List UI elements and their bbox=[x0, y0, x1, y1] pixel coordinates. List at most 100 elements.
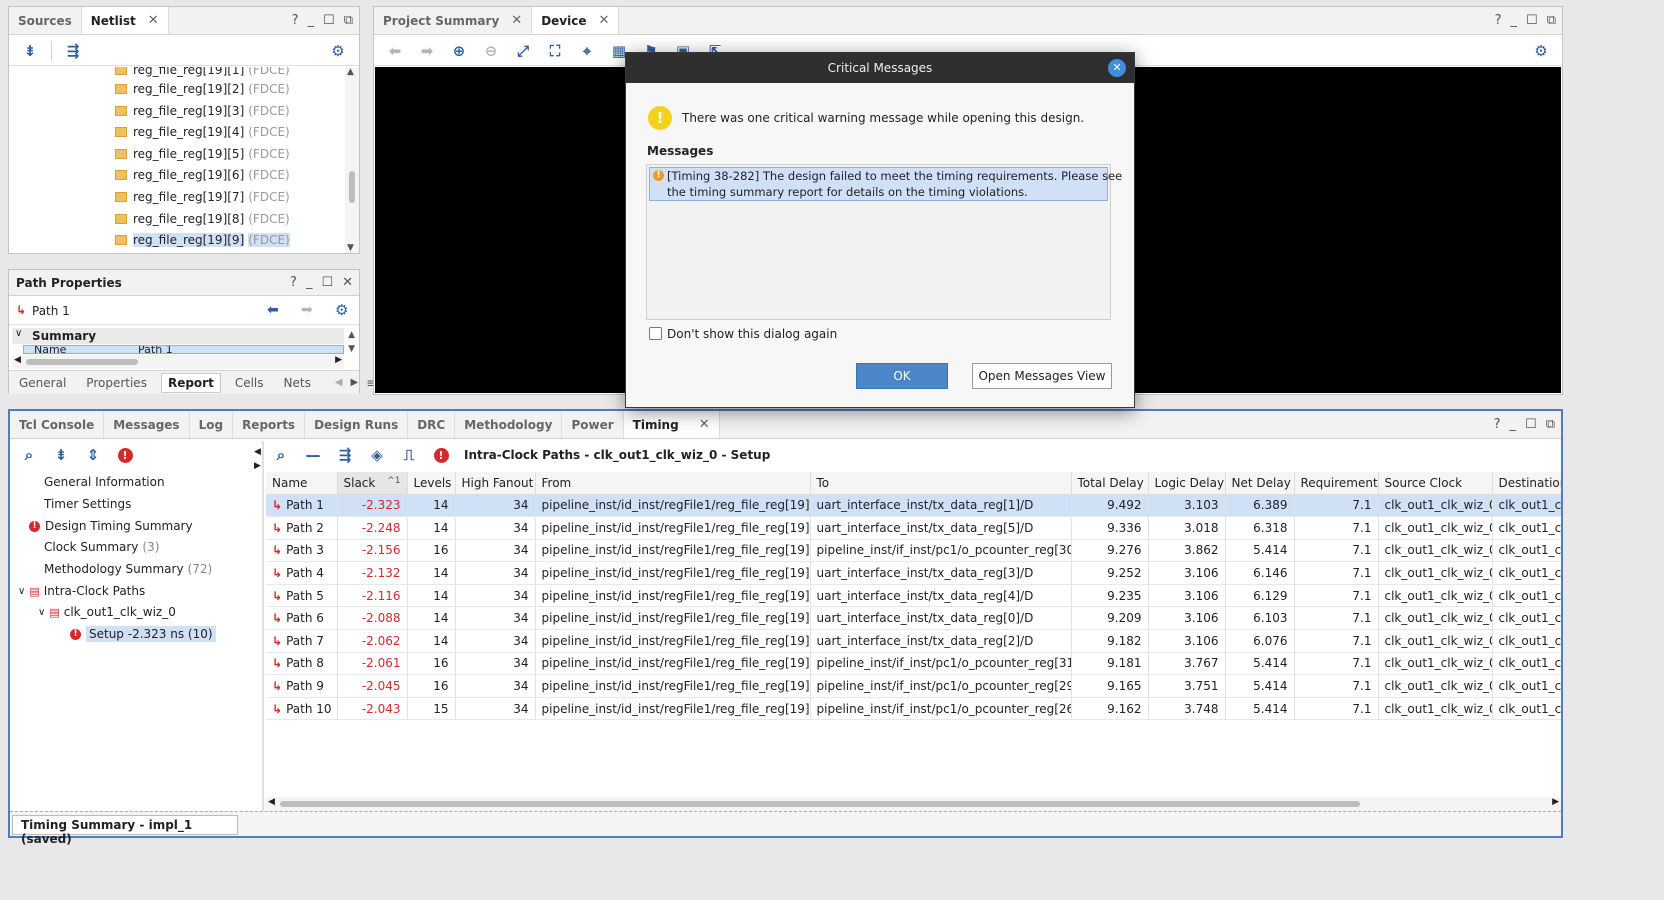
gear-icon[interactable]: ⚙ bbox=[335, 301, 348, 319]
tree-methodology-summary[interactable]: Methodology Summary (72) bbox=[44, 559, 212, 579]
help-icon[interactable]: ? bbox=[290, 275, 297, 290]
search-icon[interactable]: ⌕ bbox=[268, 443, 294, 467]
column-header[interactable]: Net Delay bbox=[1225, 472, 1295, 495]
tab-drc[interactable]: DRC bbox=[408, 411, 456, 438]
float-icon[interactable]: ⧉ bbox=[1546, 417, 1555, 432]
tab-nets[interactable]: Nets bbox=[274, 376, 321, 390]
table-row[interactable]: ↳ Path 10 -2.043 15 34 pipeline_inst/id_inst/… bbox=[266, 697, 1561, 721]
maximize-icon[interactable]: ☐ bbox=[1526, 13, 1538, 28]
forward-icon[interactable]: ➡ bbox=[414, 39, 440, 63]
error-filter-icon[interactable]: ! bbox=[428, 443, 454, 467]
search-icon[interactable]: ⌕ bbox=[16, 443, 42, 467]
scroll-left-icon[interactable]: ◀ bbox=[268, 797, 275, 807]
tab-device[interactable]: Device ✕ bbox=[532, 7, 620, 34]
splitter-left-icon[interactable]: ◀ bbox=[254, 447, 261, 457]
tab-reports[interactable]: Reports bbox=[233, 411, 306, 438]
tree-clk-out1[interactable]: ∨ ▤ clk_out1_clk_wiz_0 bbox=[38, 602, 176, 622]
maximize-icon[interactable]: ☐ bbox=[321, 275, 333, 290]
help-icon[interactable]: ? bbox=[1494, 417, 1501, 432]
tab-cells[interactable]: Cells bbox=[225, 376, 274, 390]
scroll-thumb[interactable] bbox=[26, 359, 138, 365]
ok-button[interactable]: OK bbox=[856, 363, 948, 389]
tab-netlist[interactable]: Netlist ✕ bbox=[81, 7, 169, 34]
collapse-all-icon[interactable]: ⇟ bbox=[17, 39, 43, 63]
column-header[interactable]: Destination bbox=[1492, 472, 1561, 495]
column-header[interactable]: From bbox=[535, 472, 811, 495]
minimize-icon[interactable]: _ bbox=[306, 275, 313, 290]
minimize-icon[interactable]: _ bbox=[1510, 417, 1517, 432]
timing-summary-tab[interactable]: Timing Summary - impl_1 (saved) bbox=[12, 815, 238, 846]
table-row[interactable]: ↳ Path 6 -2.088 14 34 pipeline_inst/id_inst/r… bbox=[266, 606, 1561, 631]
splitter[interactable] bbox=[262, 441, 264, 811]
zoom-fit-icon[interactable]: ⤢ bbox=[510, 39, 536, 63]
netlist-scrollbar[interactable]: ▲ ▼ bbox=[345, 67, 359, 253]
netlist-item[interactable]: reg_file_reg[19][9] (FDCE) bbox=[115, 230, 290, 250]
netlist-item[interactable]: reg_file_reg[19][3] (FDCE) bbox=[115, 101, 290, 121]
column-header[interactable]: To bbox=[810, 472, 1072, 495]
forward-icon[interactable]: ➡ bbox=[301, 302, 313, 318]
highlight-icon[interactable]: ◈ bbox=[364, 443, 390, 467]
zoom-selection-icon[interactable]: ⛶ bbox=[542, 39, 568, 63]
table-row[interactable]: ↳ Path 4 -2.132 14 34 pipeline_inst/id_inst/r… bbox=[266, 561, 1561, 585]
expand-icon[interactable]: ⇶ bbox=[332, 443, 358, 467]
table-row[interactable]: ↳ Path 8 -2.061 16 34 pipeline_inst/id_inst/r… bbox=[266, 652, 1561, 676]
tree-design-timing-summary[interactable]: ! Design Timing Summary bbox=[29, 516, 193, 536]
help-icon[interactable]: ? bbox=[292, 13, 299, 28]
tree-timer-settings[interactable]: Timer Settings bbox=[44, 494, 131, 514]
collapse-all-icon[interactable]: ⇟ bbox=[48, 443, 74, 467]
column-header[interactable]: Requirement bbox=[1294, 472, 1379, 495]
netlist-item[interactable]: reg_file_reg[19][4] (FDCE) bbox=[115, 122, 290, 142]
tab-scroll-left-icon[interactable]: ◀ bbox=[335, 377, 343, 388]
tab-methodology[interactable]: Methodology bbox=[455, 411, 563, 438]
tab-log[interactable]: Log bbox=[190, 411, 234, 438]
table-row[interactable]: ↳ Path 3 -2.156 16 34 pipeline_inst/id_inst/r… bbox=[266, 539, 1561, 563]
dont-show-checkbox[interactable] bbox=[649, 327, 662, 340]
error-filter-icon[interactable]: ! bbox=[112, 443, 138, 467]
column-header[interactable]: High Fanout bbox=[455, 472, 536, 495]
scroll-right-icon[interactable]: ▶ bbox=[1552, 797, 1559, 807]
expand-all-icon[interactable]: ⇕ bbox=[80, 443, 106, 467]
gear-icon[interactable]: ⚙ bbox=[325, 39, 351, 63]
netlist-item[interactable]: reg_file_reg[19][5] (FDCE) bbox=[115, 144, 290, 164]
table-row[interactable]: ↳ Path 5 -2.116 14 34 pipeline_inst/id_inst/r… bbox=[266, 584, 1561, 608]
open-messages-view-button[interactable]: Open Messages View bbox=[972, 363, 1112, 389]
tab-tcl-console[interactable]: Tcl Console bbox=[10, 411, 105, 438]
tab-timing[interactable]: Timing ✕ bbox=[623, 411, 720, 438]
tree-general-information[interactable]: General Information bbox=[44, 472, 165, 492]
tab-general[interactable]: General bbox=[9, 376, 76, 390]
tab-project-summary[interactable]: Project Summary ✕ bbox=[374, 7, 533, 34]
close-icon[interactable]: ✕ bbox=[148, 13, 159, 28]
maximize-icon[interactable]: ☐ bbox=[323, 13, 335, 28]
float-icon[interactable]: ⧉ bbox=[1547, 13, 1556, 28]
maximize-icon[interactable]: ☐ bbox=[1525, 417, 1537, 432]
column-header[interactable]: Levels bbox=[407, 472, 456, 495]
scroll-thumb[interactable] bbox=[349, 171, 355, 203]
chevron-down-icon[interactable]: ∨ bbox=[18, 586, 25, 597]
tab-properties[interactable]: Properties bbox=[76, 376, 157, 390]
close-icon[interactable]: ✕ bbox=[511, 13, 522, 28]
tab-report[interactable]: Report bbox=[160, 372, 221, 393]
dont-show-label[interactable]: Don't show this dialog again bbox=[667, 327, 837, 341]
dialog-close-icon[interactable]: ✕ bbox=[1108, 59, 1126, 77]
back-icon[interactable]: ⬅ bbox=[382, 39, 408, 63]
timing-hscroll[interactable]: ◀ ▶ bbox=[266, 797, 1561, 811]
close-icon[interactable]: ✕ bbox=[342, 275, 353, 290]
tab-scroll-right-icon[interactable]: ▶ bbox=[351, 377, 359, 388]
netlist-item[interactable]: reg_file_reg[19][7] (FDCE) bbox=[115, 187, 290, 207]
name-row[interactable]: Name Path 1 bbox=[23, 345, 344, 354]
scroll-up-icon[interactable]: ▲ bbox=[348, 330, 355, 340]
chevron-down-icon[interactable]: ∨ bbox=[38, 607, 45, 618]
column-header[interactable]: Name bbox=[266, 472, 338, 495]
tab-design-runs[interactable]: Design Runs bbox=[305, 411, 409, 438]
scroll-down-icon[interactable]: ▼ bbox=[347, 243, 354, 253]
scroll-thumb[interactable] bbox=[280, 801, 1360, 807]
table-row[interactable]: ↳ Path 1 -2.323 14 34 pipeline_inst/id_inst/r… bbox=[266, 494, 1561, 518]
scroll-down-icon[interactable]: ▼ bbox=[348, 344, 355, 354]
crosshair-icon[interactable]: ⌖ bbox=[574, 39, 600, 63]
netlist-item[interactable]: reg_file_reg[19][6] (FDCE) bbox=[115, 165, 290, 185]
path-properties-hscroll[interactable]: ◀ ▶ bbox=[12, 355, 344, 369]
help-icon[interactable]: ? bbox=[1495, 13, 1502, 28]
summary-row[interactable]: ∨ Summary bbox=[12, 328, 344, 344]
zoom-in-icon[interactable]: ⊕ bbox=[446, 39, 472, 63]
chevron-down-icon[interactable]: ∨ bbox=[15, 328, 22, 339]
